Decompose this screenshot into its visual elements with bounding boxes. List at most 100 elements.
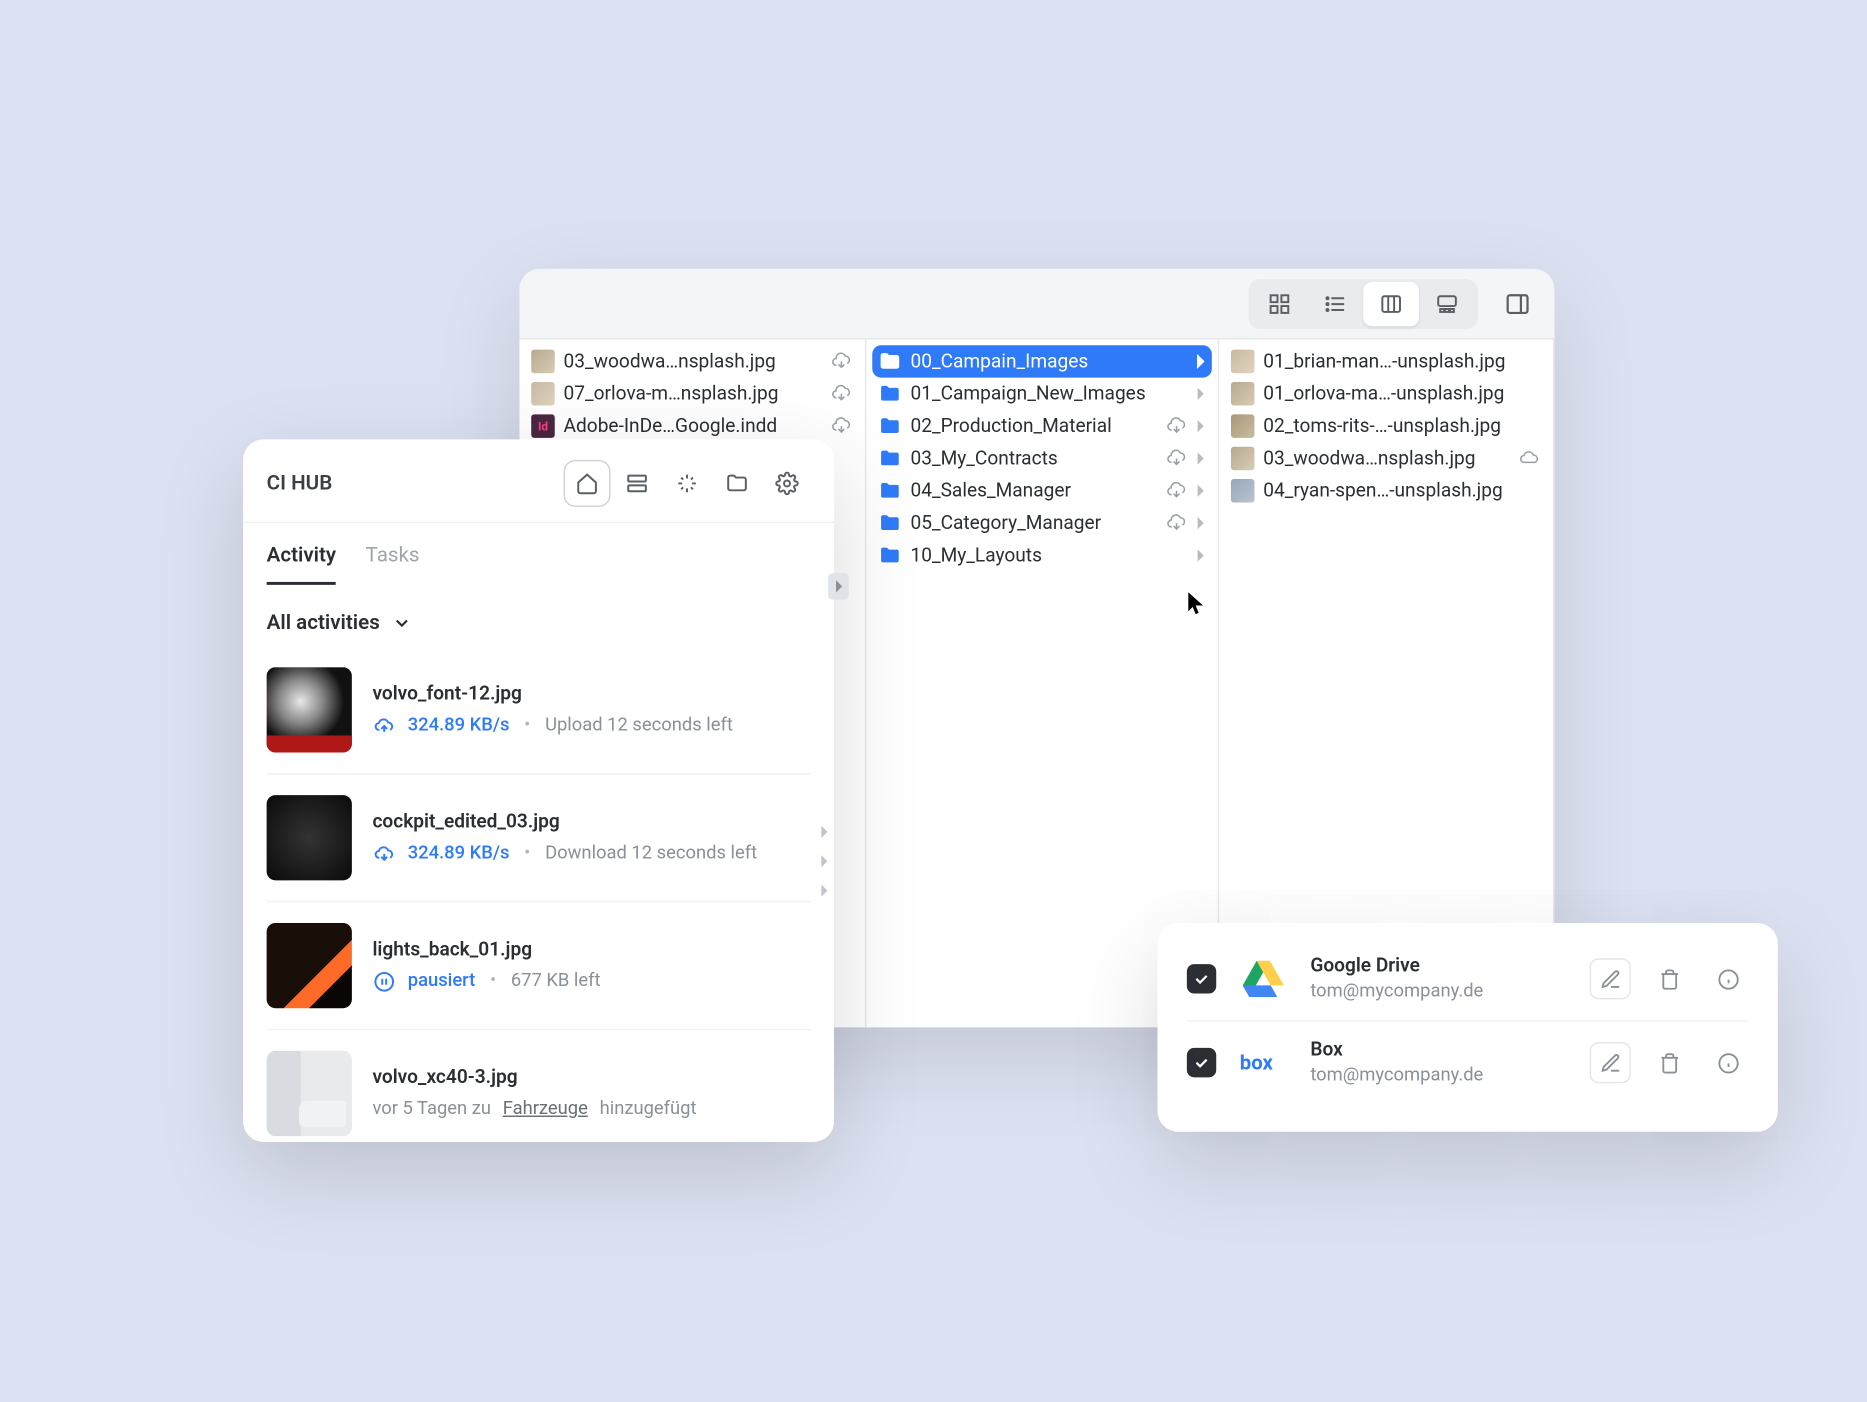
trash-icon bbox=[1657, 1052, 1679, 1074]
mouse-cursor-icon bbox=[1186, 591, 1204, 615]
folder-row[interactable]: 00_Campain_Images bbox=[872, 345, 1212, 377]
view-icon-grid[interactable] bbox=[1251, 281, 1307, 325]
account-row: Google Drive tom@mycompany.de bbox=[1186, 938, 1748, 1022]
file-label: 02_toms-rits-…-unsplash.jpg bbox=[1263, 415, 1541, 437]
gear-icon bbox=[775, 472, 799, 496]
file-row[interactable]: 07_orlova-m…nsplash.jpg bbox=[519, 378, 864, 410]
folder-label: 00_Campain_Images bbox=[910, 350, 1188, 372]
cloud-icon bbox=[1517, 447, 1541, 471]
cihub-tabs: Activity Tasks bbox=[243, 523, 834, 585]
activity-row[interactable]: volvo_xc40-3.jpg vor 5 Tagen zu Fahrzeug… bbox=[266, 1030, 810, 1142]
account-email: tom@mycompany.de bbox=[1310, 1064, 1566, 1086]
account-checkbox[interactable] bbox=[1186, 1048, 1215, 1077]
side-arrows bbox=[813, 822, 834, 901]
box-icon: box bbox=[1239, 1039, 1286, 1086]
sidebar-toggle[interactable] bbox=[1495, 281, 1539, 325]
file-label: Adobe-InDe…Google.indd bbox=[563, 415, 823, 437]
activity-row[interactable]: lights_back_01.jpg pausiert 677 KB left bbox=[266, 902, 810, 1030]
chevron-right-icon bbox=[1194, 516, 1206, 531]
home-icon bbox=[575, 472, 599, 496]
activity-history-link[interactable]: Fahrzeuge bbox=[502, 1098, 587, 1120]
cihub-title: CI HUB bbox=[266, 472, 563, 496]
tab-activity[interactable]: Activity bbox=[266, 544, 336, 585]
activity-history-prefix: vor 5 Tagen zu bbox=[372, 1098, 491, 1120]
folder-label: 05_Category_Manager bbox=[910, 512, 1158, 534]
info-icon bbox=[1716, 1052, 1738, 1074]
cloud-upload-icon bbox=[372, 713, 396, 737]
account-name: Box bbox=[1310, 1039, 1566, 1061]
activity-thumbnail bbox=[266, 795, 351, 880]
view-gallery[interactable] bbox=[1419, 281, 1475, 325]
expand-row-arrow[interactable] bbox=[813, 880, 834, 901]
chevron-right-icon bbox=[1194, 451, 1206, 466]
list-icon bbox=[1323, 292, 1347, 316]
folder-row[interactable]: 10_My_Layouts bbox=[866, 539, 1217, 571]
home-button[interactable] bbox=[563, 460, 610, 507]
image-thumb-icon bbox=[531, 350, 555, 374]
info-account-button[interactable] bbox=[1707, 1042, 1748, 1083]
edit-icon bbox=[1599, 968, 1621, 990]
activities-filter[interactable]: All activities bbox=[243, 585, 834, 647]
chevron-right-icon bbox=[832, 579, 844, 594]
edit-account-button[interactable] bbox=[1589, 1042, 1630, 1083]
file-label: 01_brian-man…-unsplash.jpg bbox=[1263, 350, 1541, 372]
settings-button[interactable] bbox=[763, 460, 810, 507]
account-email: tom@mycompany.de bbox=[1310, 980, 1566, 1002]
cihub-toolbar bbox=[563, 460, 810, 507]
cloud-download-icon bbox=[829, 382, 853, 406]
folder-row[interactable]: 03_My_Contracts bbox=[866, 442, 1217, 474]
file-row[interactable]: 03_woodwa…nsplash.jpg bbox=[1219, 442, 1553, 474]
expand-row-arrow[interactable] bbox=[813, 822, 834, 843]
finder-toolbar bbox=[519, 269, 1554, 340]
file-row[interactable]: 01_brian-man…-unsplash.jpg bbox=[1219, 345, 1553, 377]
folder-icon bbox=[878, 350, 902, 374]
tab-tasks[interactable]: Tasks bbox=[365, 544, 419, 585]
folder-row[interactable]: 01_Campaign_New_Images bbox=[866, 378, 1217, 410]
sparkle-button[interactable] bbox=[663, 460, 710, 507]
file-label: 01_orlova-ma…-unsplash.jpg bbox=[1263, 383, 1541, 405]
file-row[interactable]: 03_woodwa…nsplash.jpg bbox=[519, 345, 864, 377]
folder-row[interactable]: 02_Production_Material bbox=[866, 410, 1217, 442]
folder-label: 01_Campaign_New_Images bbox=[910, 383, 1188, 405]
server-button[interactable] bbox=[613, 460, 660, 507]
info-icon bbox=[1716, 968, 1738, 990]
folder-icon bbox=[878, 479, 902, 503]
activity-history-suffix: hinzugefügt bbox=[599, 1098, 696, 1120]
activity-thumbnail bbox=[266, 1051, 351, 1136]
activities-filter-label: All activities bbox=[266, 611, 379, 635]
folder-row[interactable]: 05_Category_Manager bbox=[866, 507, 1217, 539]
sparkle-icon bbox=[675, 472, 699, 496]
file-row[interactable]: 02_toms-rits-…-unsplash.jpg bbox=[1219, 410, 1553, 442]
chevron-right-icon bbox=[1194, 483, 1206, 498]
info-account-button[interactable] bbox=[1707, 958, 1748, 999]
folder-row[interactable]: 04_Sales_Manager bbox=[866, 475, 1217, 507]
file-row[interactable]: 04_ryan-spen…-unsplash.jpg bbox=[1219, 475, 1553, 507]
view-list[interactable] bbox=[1307, 281, 1363, 325]
view-columns[interactable] bbox=[1363, 281, 1419, 325]
expand-row-arrow[interactable] bbox=[813, 851, 834, 872]
folder-button[interactable] bbox=[713, 460, 760, 507]
cloud-download-icon bbox=[1164, 447, 1188, 471]
file-row[interactable]: Adobe-InDe…Google.indd bbox=[519, 410, 864, 442]
panel-expand-handle[interactable] bbox=[828, 573, 849, 599]
file-label: 04_ryan-spen…-unsplash.jpg bbox=[1263, 480, 1541, 502]
gallery-icon bbox=[1433, 292, 1459, 316]
activity-filename: volvo_font-12.jpg bbox=[372, 683, 810, 705]
folder-label: 02_Production_Material bbox=[910, 415, 1158, 437]
trash-icon bbox=[1657, 968, 1679, 990]
file-row[interactable]: 01_orlova-ma…-unsplash.jpg bbox=[1219, 378, 1553, 410]
edit-account-button[interactable] bbox=[1589, 958, 1630, 999]
activity-row[interactable]: cockpit_edited_03.jpg 324.89 KB/s Downlo… bbox=[266, 775, 810, 903]
delete-account-button[interactable] bbox=[1648, 1042, 1689, 1083]
folder-label: 04_Sales_Manager bbox=[910, 480, 1158, 502]
account-name: Google Drive bbox=[1310, 955, 1566, 977]
folder-icon bbox=[878, 511, 902, 535]
delete-account-button[interactable] bbox=[1648, 958, 1689, 999]
account-checkbox[interactable] bbox=[1186, 964, 1215, 993]
server-icon bbox=[625, 472, 649, 496]
accounts-popover: Google Drive tom@mycompany.de box Box to… bbox=[1157, 923, 1777, 1132]
edit-icon bbox=[1599, 1052, 1621, 1074]
activity-row[interactable]: volvo_font-12.jpg 324.89 KB/s Upload 12 … bbox=[266, 647, 810, 775]
chevron-right-icon bbox=[1194, 419, 1206, 434]
activity-thumbnail bbox=[266, 923, 351, 1008]
